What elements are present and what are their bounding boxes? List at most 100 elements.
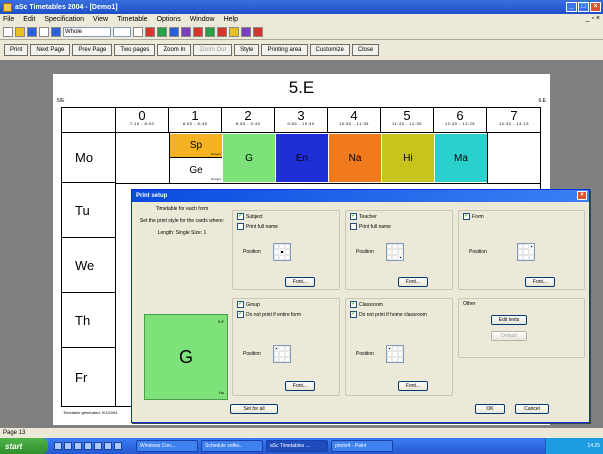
group-skip-entire-form-checkbox[interactable]: ✓ Do not print if entire form	[237, 311, 301, 318]
period-time: 13:30 - 14:15	[498, 121, 530, 126]
save-icon[interactable]	[27, 27, 37, 37]
cancel-button[interactable]: Cancel	[515, 404, 549, 414]
classroom-position-picker[interactable]	[386, 345, 404, 363]
teacher-checkbox[interactable]: ✓ Teacher	[350, 213, 377, 220]
preview-icon[interactable]	[51, 27, 61, 37]
quick-launch-icon[interactable]	[74, 442, 82, 450]
status-bar: Page 13	[0, 428, 603, 438]
subjects-icon[interactable]	[193, 27, 203, 37]
teacher-position-picker[interactable]	[386, 243, 404, 261]
period-header: 3 9:55 - 10:40	[275, 108, 328, 133]
period-time: 10:50 - 11:35	[339, 121, 369, 126]
window-title-bar: aSc Timetables 2004 - [Demo1] _ □ ×	[0, 0, 603, 14]
lesson-card[interactable]: Hi	[382, 134, 434, 182]
edit-texts-button[interactable]: Edit texts	[491, 315, 527, 325]
filter-combo[interactable]	[113, 27, 131, 37]
period-header: 6 12:40 - 13:25	[434, 108, 487, 133]
quick-launch-icon[interactable]	[94, 442, 102, 450]
settings-icon[interactable]	[241, 27, 251, 37]
teacher-full-name-checkbox[interactable]: Print full name	[350, 223, 391, 230]
set-for-all-button[interactable]: Set for all	[230, 404, 278, 414]
print-icon[interactable]	[39, 27, 49, 37]
lesson-card-split[interactable]: Sp Group1 Ge Group1	[170, 134, 222, 182]
menu-help[interactable]: Help	[224, 16, 238, 23]
subject-font-button[interactable]: Font...	[285, 277, 315, 287]
taskbar-item[interactable]: Windows Con...	[136, 440, 198, 452]
check-icon[interactable]	[205, 27, 215, 37]
lesson-card[interactable]: Ma	[435, 134, 487, 182]
prev-page-button[interactable]: Prev Page	[72, 44, 113, 56]
generate-icon[interactable]	[145, 27, 155, 37]
close-preview-button[interactable]: Close	[351, 44, 380, 56]
group-position-picker[interactable]	[273, 345, 291, 363]
customize-button[interactable]: Customize	[309, 44, 350, 56]
style-button[interactable]: Style	[234, 44, 260, 56]
quick-launch-icon[interactable]	[104, 442, 112, 450]
period-time: 12:40 - 13:25	[444, 121, 476, 126]
taskbar-item[interactable]: photo4 - Paint	[331, 440, 393, 452]
period-time: 8:00 - 8:45	[182, 121, 208, 126]
checkbox-checked-icon: ✓	[350, 301, 357, 308]
lesson-card[interactable]: G	[223, 134, 275, 182]
mdi-controls[interactable]: _ ▫ ×	[586, 15, 600, 22]
grid-line	[487, 133, 488, 183]
taskbar-item[interactable]: aSc Timetables ...	[266, 440, 328, 452]
classroom-checkbox[interactable]: ✓ Classroom	[350, 301, 383, 308]
menu-window[interactable]: Window	[190, 16, 215, 23]
classrooms-icon[interactable]	[181, 27, 191, 37]
subject-position-picker[interactable]	[273, 243, 291, 261]
info-line: Timetable for each form	[155, 206, 209, 212]
menu-options[interactable]: Options	[157, 16, 181, 23]
teachers-icon[interactable]	[157, 27, 167, 37]
classes-icon[interactable]	[169, 27, 179, 37]
group-font-button[interactable]: Font...	[285, 381, 315, 391]
menu-view[interactable]: View	[93, 16, 108, 23]
window-title: aSc Timetables 2004 - [Demo1]	[15, 3, 118, 11]
quick-launch-icon[interactable]	[54, 442, 62, 450]
dialog-title-bar: Print setup ×	[132, 190, 589, 202]
classroom-font-button[interactable]: Font...	[398, 381, 428, 391]
lesson-card[interactable]: Na	[329, 134, 381, 182]
print-button[interactable]: Print	[4, 44, 29, 56]
quick-launch-icon[interactable]	[84, 442, 92, 450]
menu-file[interactable]: File	[3, 16, 14, 23]
taskbar-item[interactable]: Schedule softw...	[201, 440, 263, 452]
status-text: Page 13	[3, 430, 26, 436]
help-icon[interactable]	[253, 27, 263, 37]
new-icon[interactable]	[3, 27, 13, 37]
minimize-button[interactable]: _	[566, 2, 577, 12]
quick-launch-icon[interactable]	[64, 442, 72, 450]
teacher-font-button[interactable]: Font...	[398, 277, 428, 287]
export-icon[interactable]	[229, 27, 239, 37]
form-checkbox[interactable]: ✓ Form	[463, 213, 484, 220]
group-checkbox[interactable]: ✓ Group	[237, 301, 260, 308]
form-position-picker[interactable]	[517, 243, 535, 261]
two-pages-button[interactable]: Two pages	[114, 44, 156, 56]
menu-timetable[interactable]: Timetable	[117, 16, 147, 23]
subject-full-name-checkbox[interactable]: Print full name	[237, 223, 278, 230]
close-button[interactable]: ×	[590, 2, 601, 12]
view-combo[interactable]: Whole	[63, 27, 111, 37]
quick-launch-icon[interactable]	[114, 442, 122, 450]
maximize-button[interactable]: □	[578, 2, 589, 12]
info-line: Length: Single Size: 1	[157, 230, 207, 236]
menu-specification[interactable]: Specification	[44, 16, 84, 23]
start-button[interactable]: start	[0, 438, 48, 454]
form-font-button[interactable]: Font...	[525, 277, 555, 287]
zoom-in-button[interactable]: Zoom In	[157, 44, 192, 56]
day-label: Tu	[62, 183, 116, 238]
open-icon[interactable]	[15, 27, 25, 37]
ok-button[interactable]: OK	[475, 404, 505, 414]
next-page-button[interactable]: Next Page	[30, 44, 71, 56]
dialog-close-button[interactable]: ×	[577, 191, 587, 200]
alert-icon[interactable]	[217, 27, 227, 37]
menu-edit[interactable]: Edit	[23, 16, 35, 23]
printing-area-button[interactable]: Printing area	[261, 44, 308, 56]
lesson-card[interactable]: En	[276, 134, 328, 182]
zoom-out-button[interactable]: Zoom Out	[193, 44, 233, 56]
grid-icon[interactable]	[133, 27, 143, 37]
subject-group: ✓ Subject Print full name Position Font..…	[232, 210, 340, 290]
classroom-skip-home-checkbox[interactable]: ✓ Do not print if home classroom	[350, 311, 427, 318]
default-button[interactable]: Default	[491, 331, 527, 341]
subject-checkbox[interactable]: ✓ Subject	[237, 213, 263, 220]
